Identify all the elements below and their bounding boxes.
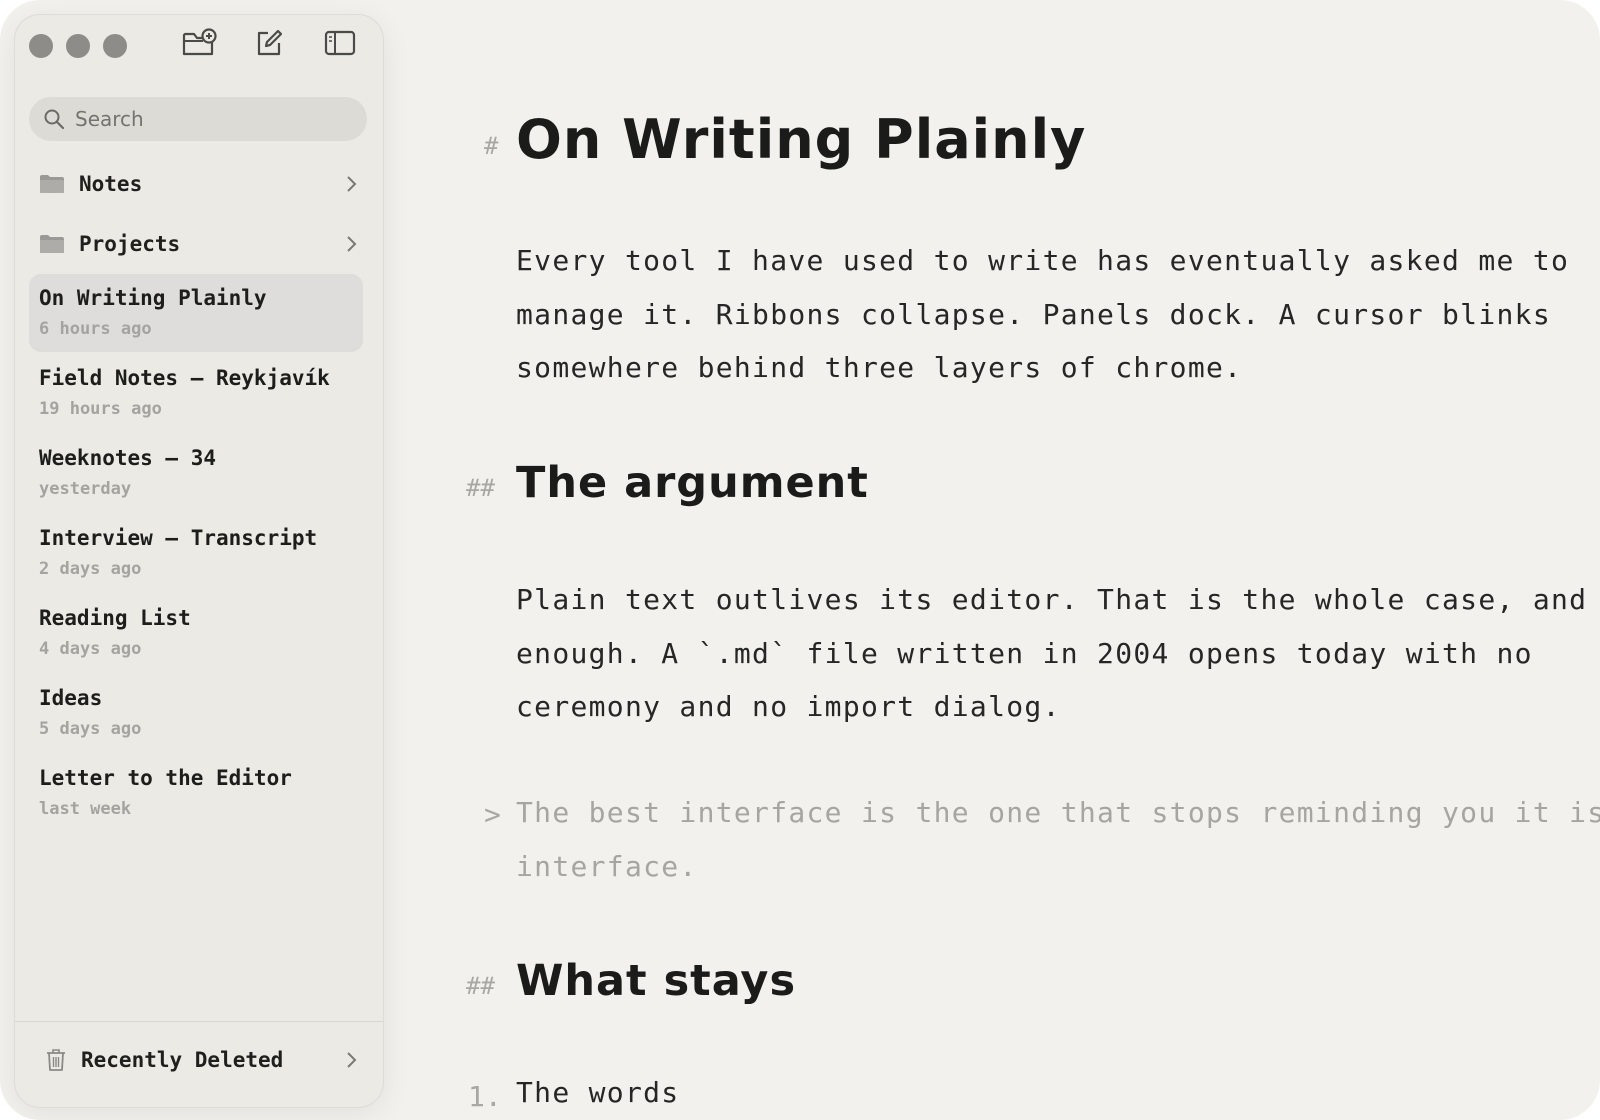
note-timestamp: 6 hours ago [39,319,152,339]
recently-deleted-label: Recently Deleted [81,1048,284,1072]
search-icon [43,108,65,130]
text-line: Plain text outlives its editor. That is … [516,583,1600,616]
note-item[interactable]: Weeknotes — 34 yesterday [29,434,363,512]
folder-label: Projects [79,232,181,256]
intro-paragraph: Every tool I have used to write has even… [516,234,1576,395]
toggle-sidebar-button[interactable] [320,25,360,65]
heading-what-stays: What stays [516,956,797,1006]
folder-projects[interactable]: Projects [29,220,367,268]
text-line: manage it. Ribbons collapse. Panels dock… [516,297,1551,331]
note-item[interactable]: Letter to the Editor last week [29,754,363,832]
note-title: Reading List [39,606,191,630]
note-timestamp: 5 days ago [39,719,142,739]
note-title-heading: On Writing Plainly [516,108,1087,171]
note-timestamp: last week [39,799,132,819]
chevron-right-icon [341,174,361,194]
note-item-selected[interactable]: On Writing Plainly 6 hours ago [29,274,363,352]
h2-marker: ## [466,474,495,502]
note-title: Interview — Transcript [39,526,318,550]
chevron-right-icon [341,1050,361,1070]
search-input[interactable] [73,106,347,132]
chevron-right-icon [341,234,361,254]
new-folder-button[interactable] [179,25,219,65]
recently-deleted-row[interactable]: Recently Deleted [29,1036,367,1084]
search-field[interactable] [29,97,367,141]
app-window: Notes Projects On Writing Plainly 6 hour… [0,0,1600,1120]
text-line: somewhere behind three layers of chrome. [516,351,1243,384]
folder-notes[interactable]: Notes [29,160,367,208]
text-line: The best interface is the one that stops… [516,796,1600,829]
note-title: Ideas [39,686,103,710]
h2-marker: ## [466,972,495,1000]
sidebar-footer: Recently Deleted [15,1021,383,1107]
note-title: Letter to the Editor [39,766,292,790]
text-line: ceremony and no import dialog. [516,690,1061,723]
sidebar-toggle-icon [324,29,356,61]
note-timestamp: 4 days ago [39,639,142,659]
text-line: interface. [516,849,698,883]
note-item[interactable]: Interview — Transcript 2 days ago [29,514,363,592]
note-timestamp: 19 hours ago [39,399,162,419]
compose-button[interactable] [249,25,289,65]
blockquote-marker: > [484,798,501,831]
note-title: Weeknotes — 34 [39,446,217,470]
minimize-window-button[interactable] [66,34,90,58]
list-number: 1. [468,1080,502,1113]
editor[interactable]: # On Writing Plainly Every tool I have u… [420,0,1600,1120]
close-window-button[interactable] [29,34,53,58]
folder-label: Notes [79,172,143,196]
note-timestamp: 2 days ago [39,559,142,579]
new-folder-icon [181,28,217,62]
compose-icon [254,28,284,62]
text-line: Every tool I have used to write has even… [516,244,1570,277]
note-item[interactable]: Ideas 5 days ago [29,674,363,752]
blockquote: The best interface is the one that stops… [516,786,1600,893]
note-timestamp: yesterday [39,479,132,499]
trash-icon [45,1048,67,1072]
folder-icon [39,233,65,255]
heading-the-argument: The argument [516,458,869,508]
note-item[interactable]: Field Notes — Reykjavík 19 hours ago [29,354,363,432]
note-title: On Writing Plainly [39,286,267,310]
sidebar: Notes Projects On Writing Plainly 6 hour… [14,14,384,1108]
note-item[interactable]: Reading List 4 days ago [29,594,363,672]
list-item: The words [516,1076,680,1109]
text-line: enough. A `.md` file written in 2004 ope… [516,636,1533,670]
h1-marker: # [484,132,499,160]
folder-icon [39,173,65,195]
zoom-window-button[interactable] [103,34,127,58]
note-title: Field Notes — Reykjavík [39,366,330,390]
argument-paragraph: Plain text outlives its editor. That is … [516,573,1600,734]
